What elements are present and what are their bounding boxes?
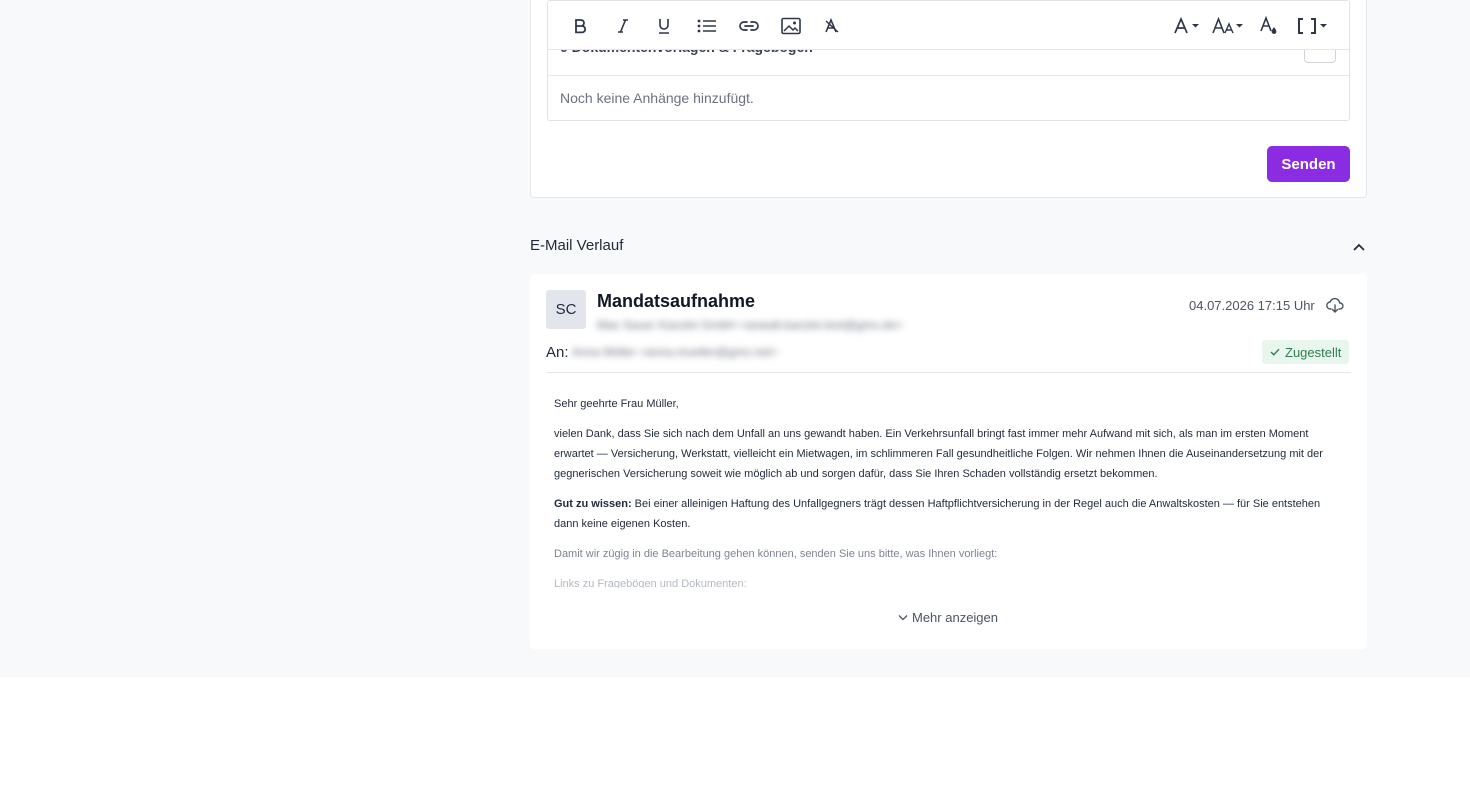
- show-more-label: Mehr anzeigen: [912, 610, 998, 625]
- italic-icon[interactable]: [614, 11, 632, 41]
- underline-icon[interactable]: [655, 11, 673, 41]
- email-paragraph-links: Links zu Fragebögen und Dokumenten:: [554, 578, 747, 588]
- email-subject: Mandatsaufnahme: [597, 291, 756, 311]
- email-history-title: E-Mail Verlauf: [530, 237, 624, 254]
- send-button[interactable]: Senden: [1267, 146, 1350, 182]
- email-paragraph-request: Damit wir zügig in die Bearbeitung gehen…: [554, 548, 998, 560]
- clear-format-icon[interactable]: [822, 11, 842, 41]
- email-paragraph: vielen Dank, dass Sie sich nach dem Unfa…: [554, 428, 1323, 480]
- email-date: 04.07.2026 17:15 Uhr: [1189, 298, 1315, 313]
- avatar: SC: [546, 290, 586, 329]
- font-size-icon[interactable]: [1211, 11, 1247, 41]
- image-icon[interactable]: [780, 11, 802, 41]
- attachments-empty-text: Noch keine Anhänge hinzufügt.: [560, 90, 754, 106]
- bold-icon[interactable]: [571, 11, 589, 41]
- email-card: SC Mandatsaufnahme Max Sauer Kanzlei Gmb…: [530, 274, 1367, 649]
- note-strong: Gut zu wissen:: [554, 498, 632, 510]
- note-text: Bei einer alleinigen Haftung des Unfallg…: [554, 498, 1321, 530]
- status-label: Zugestellt: [1285, 344, 1342, 360]
- bullet-list-icon[interactable]: [696, 11, 718, 41]
- chevron-up-icon[interactable]: [1350, 238, 1368, 256]
- email-sender-redacted: Max Sauer Kanzlei GmbH <anwalt.kanzlei.t…: [597, 318, 903, 332]
- link-icon[interactable]: [738, 11, 760, 41]
- check-icon: [1270, 348, 1280, 356]
- recipient-redacted: Anna Müller <anna.mueller@gmx.net>: [572, 345, 778, 359]
- email-greeting: Sehr geehrte Frau Müller,: [554, 398, 679, 410]
- highlight-icon[interactable]: [1258, 11, 1280, 41]
- editor-box: 0 Dokumentenvorlagen & Fragebögen Noch k…: [547, 0, 1350, 121]
- email-body: Sehr geehrte Frau Müller, vielen Dank, d…: [554, 394, 1344, 588]
- font-color-icon[interactable]: [1172, 11, 1204, 41]
- editor-toolbar: [548, 1, 1349, 50]
- chevron-down-icon: [898, 615, 908, 621]
- divider: [546, 372, 1351, 373]
- show-more-button[interactable]: Mehr anzeigen: [898, 610, 998, 625]
- status-badge: Zugestellt: [1262, 340, 1350, 364]
- placeholder-brackets-icon[interactable]: [1296, 11, 1330, 41]
- email-paragraph-note: Gut zu wissen: Bei einer alleinigen Haft…: [554, 494, 1344, 534]
- recipient-label: An:: [546, 344, 569, 361]
- cloud-download-icon[interactable]: [1325, 296, 1345, 316]
